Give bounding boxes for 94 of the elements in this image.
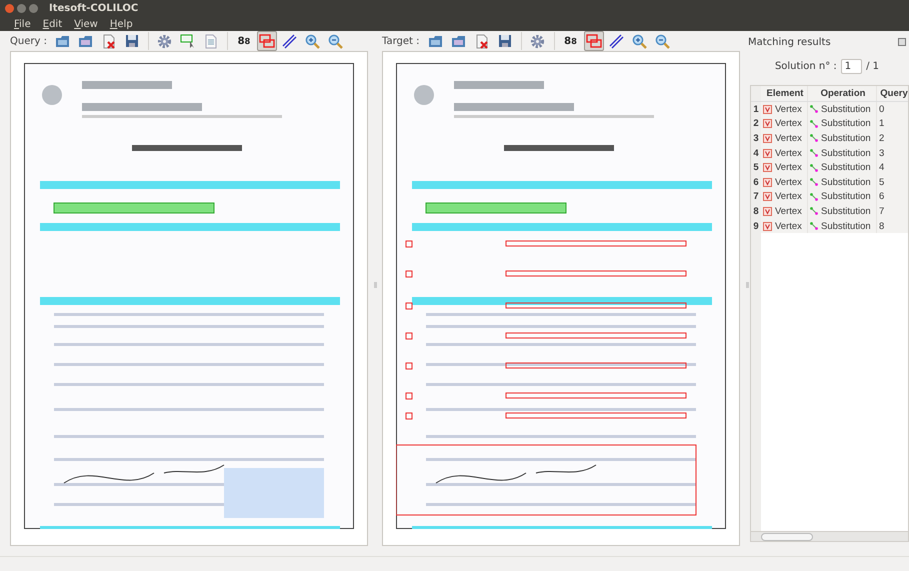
vertex-icon — [763, 178, 772, 187]
toggle-button[interactable] — [584, 31, 604, 51]
table-cell: Vertex — [775, 191, 802, 202]
table-cell: Vertex — [775, 206, 802, 217]
table-cell: Vertex — [775, 220, 802, 232]
table-cell: Substitution — [821, 132, 871, 144]
document-icon — [204, 34, 217, 48]
table-cell: Vertex — [775, 132, 802, 144]
overlapping-rectangles-icon — [258, 34, 275, 48]
vertex-icon — [763, 148, 772, 158]
save-icon — [498, 34, 512, 48]
row-number: 2 — [751, 116, 761, 132]
splitter-handle-icon[interactable] — [746, 282, 749, 288]
zoom-out-icon — [328, 34, 344, 48]
table-cell: Vertex — [775, 104, 802, 115]
zoom-out-icon — [655, 34, 670, 48]
vertex-icon — [763, 222, 772, 231]
minimize-button[interactable] — [17, 4, 26, 13]
toolbar-label: Target : — [382, 36, 420, 46]
horizontal-scrollbar[interactable] — [751, 531, 908, 541]
row-number: 6 — [751, 174, 761, 190]
vertex-icon — [763, 104, 772, 114]
delete-document-icon — [102, 34, 116, 48]
table-cell: 1 — [877, 116, 908, 132]
splitter-handle-icon[interactable] — [374, 282, 377, 288]
table-cell: Substitution — [821, 148, 871, 159]
row-number: 1 — [751, 102, 761, 117]
table-cell: 3 — [877, 146, 908, 160]
table-cell: 0 — [877, 102, 908, 117]
text-select-icon — [180, 34, 196, 48]
table-cell: 8 — [877, 218, 908, 234]
window-title: Itesoft-COLILOC — [49, 3, 138, 14]
substitution-icon — [810, 178, 818, 186]
detach-icon[interactable] — [898, 38, 906, 46]
substitution-icon — [810, 222, 818, 230]
vertex-icon — [763, 119, 772, 128]
row-number: 7 — [751, 190, 761, 204]
menu-item[interactable]: Help — [110, 18, 133, 30]
menu-item[interactable]: File — [14, 18, 31, 30]
solution-spinbox[interactable]: 1 — [840, 58, 862, 74]
zoom-in-icon — [632, 34, 647, 48]
vertex-icon — [763, 163, 772, 172]
diagonal-lines-icon — [609, 34, 624, 48]
substitution-icon — [810, 149, 818, 158]
solution-total: / 1 — [866, 60, 880, 72]
save-icon — [124, 34, 139, 48]
table-cell: 4 — [877, 160, 908, 175]
zoom-in-icon — [305, 34, 320, 48]
table-cell: Substitution — [821, 104, 871, 115]
menu-item[interactable]: Edit — [42, 18, 62, 30]
folder-icon — [428, 34, 443, 48]
row-number: 4 — [751, 146, 761, 160]
vertex-icon — [763, 192, 772, 202]
gear-icon — [530, 34, 545, 48]
toggle-button[interactable] — [256, 31, 277, 51]
close-button[interactable] — [5, 4, 14, 13]
row-number: 3 — [751, 131, 761, 146]
row-number: 9 — [751, 218, 761, 234]
row-number: 8 — [751, 204, 761, 219]
substitution-icon — [810, 105, 818, 114]
table-cell: 5 — [877, 174, 908, 190]
table-cell: Substitution — [821, 206, 871, 217]
folder-icon — [55, 34, 70, 48]
diagonal-lines-icon — [282, 34, 298, 48]
folder-icon — [78, 34, 94, 48]
table-cell: 6 — [877, 190, 908, 204]
substitution-icon — [810, 192, 818, 201]
vertex-icon — [763, 134, 772, 143]
table-cell: Vertex — [775, 176, 802, 188]
substitution-icon — [810, 120, 818, 128]
table-cell: 2 — [877, 131, 908, 146]
maximize-button[interactable] — [29, 4, 38, 13]
folder-icon — [451, 34, 466, 48]
overlapping-rectangles-icon — [586, 34, 602, 48]
menu-item[interactable]: View — [74, 18, 98, 30]
substitution-icon — [810, 207, 818, 216]
substitution-icon — [810, 164, 818, 172]
gear-icon — [157, 34, 172, 48]
panel-title: Matching results — [748, 36, 831, 48]
table-cell: Vertex — [775, 148, 802, 159]
row-number: 5 — [751, 160, 761, 175]
table-cell: Vertex — [775, 162, 802, 174]
table-cell: Vertex — [775, 118, 802, 130]
vertex-icon — [763, 206, 772, 216]
delete-document-icon — [474, 34, 488, 48]
solution-label: Solution n° : — [774, 60, 837, 72]
table-cell: Substitution — [821, 176, 871, 188]
substitution-icon — [810, 134, 818, 142]
table-cell: Substitution — [821, 220, 871, 232]
table-cell: Substitution — [821, 118, 871, 130]
table-cell: Substitution — [821, 191, 871, 202]
toolbar-label: Query : — [10, 36, 47, 46]
table-cell: 7 — [877, 204, 908, 219]
table-cell: Substitution — [821, 162, 871, 174]
